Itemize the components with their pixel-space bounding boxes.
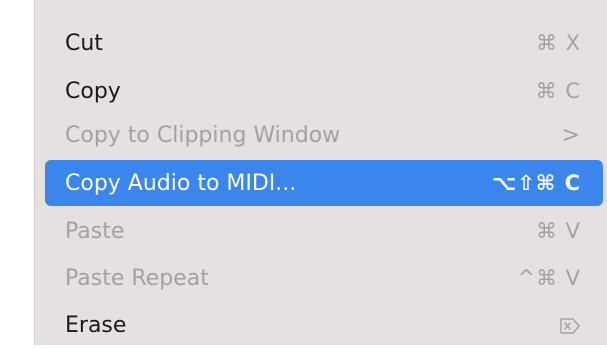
menu-item-copy[interactable]: Copy ⌘ C (45, 68, 603, 114)
submenu-chevron-icon: > (561, 122, 581, 148)
menu-item-label: Paste Repeat (65, 265, 209, 291)
menu-item-shortcut: ⌘ C (535, 79, 581, 103)
menu-item-shortcut: ⌘ V (535, 219, 581, 243)
menu-item-shortcut: ^⌘ V (517, 266, 581, 290)
menu-item-label: Copy to Clipping Window (65, 122, 341, 148)
menu-item-shortcut: ⌥⇧⌘ C (492, 171, 581, 195)
menu-item-cut[interactable]: Cut ⌘ X (45, 20, 603, 66)
menu-item-label: Copy (65, 78, 121, 104)
menu-item-copy-audio-to-midi[interactable]: Copy Audio to MIDI... ⌥⇧⌘ C (45, 160, 603, 206)
menu-item-paste: Paste ⌘ V (45, 208, 603, 254)
menu-item-label: Cut (65, 30, 103, 56)
menu-item-label: Copy Audio to MIDI... (65, 170, 297, 196)
menu-item-shortcut (559, 313, 581, 337)
edit-menu: Cut ⌘ X Copy ⌘ C Copy to Clipping Window… (34, 0, 607, 345)
menu-item-label: Paste (65, 218, 125, 244)
menu-item-paste-repeat: Paste Repeat ^⌘ V (45, 255, 603, 301)
menu-item-erase[interactable]: Erase (45, 302, 603, 348)
menu-item-shortcut: ⌘ X (535, 31, 581, 55)
menu-item-label: Erase (65, 312, 127, 338)
delete-forward-icon (560, 318, 580, 334)
menu-item-copy-to-clipping-window: Copy to Clipping Window > (45, 112, 603, 158)
